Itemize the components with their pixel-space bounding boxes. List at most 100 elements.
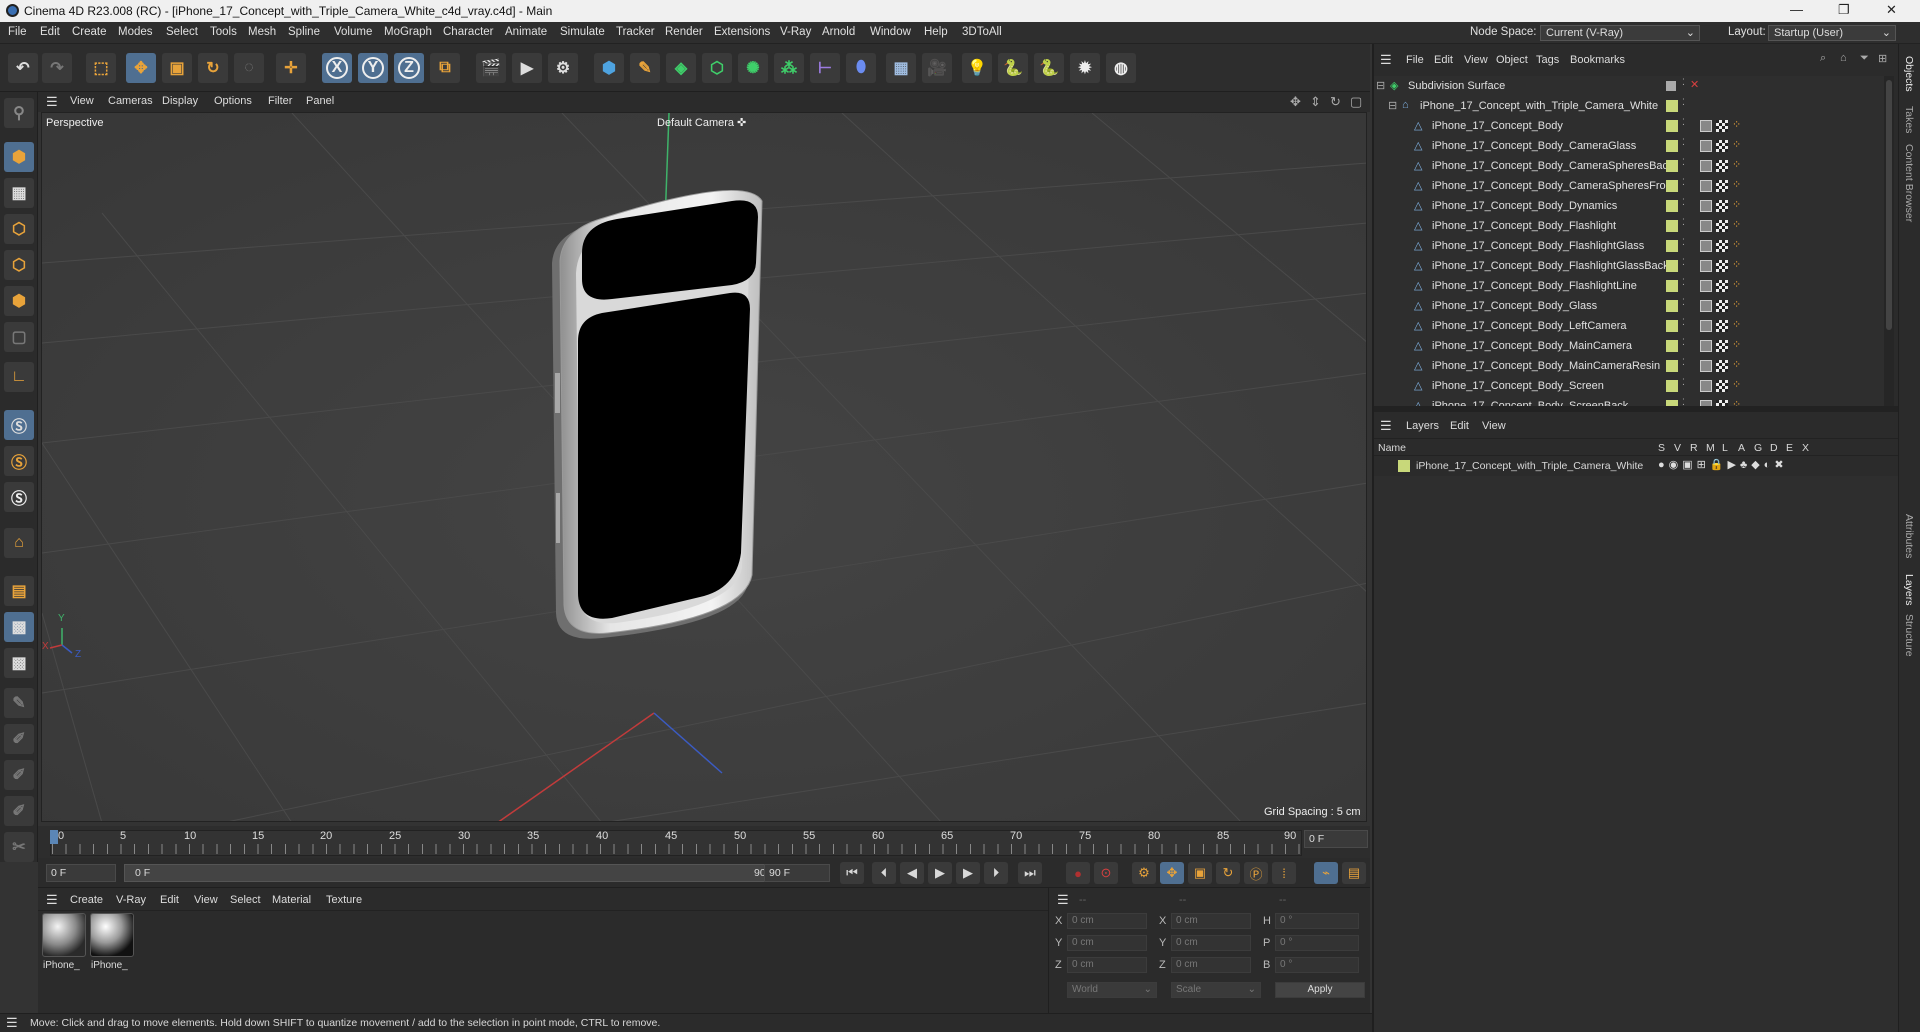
visibility-dots-icon[interactable]: ⁚ [1682,277,1685,288]
layer-color-swatch[interactable] [1666,100,1678,112]
add-object-icon[interactable]: ✛ [276,53,306,83]
globe-icon[interactable]: ◍ [1106,53,1136,83]
tab-structure[interactable]: Structure [1903,614,1915,657]
array-icon[interactable]: ⁂ [774,53,804,83]
hamburger-icon[interactable]: ☰ [6,1015,18,1031]
object-row-group[interactable]: ⊟ ⌂ iPhone_17_Concept_with_Triple_Camera… [1374,96,1880,116]
texture-tag-icon[interactable]: ⁘ [1732,158,1741,171]
snap-settings-icon[interactable]: Ⓢ [4,446,34,476]
y-axis-toggle[interactable]: Y [358,53,388,83]
frame-range-slider[interactable]: 0 F 90 F [124,864,784,882]
menu-window[interactable]: Window [870,26,911,38]
viewport-3d[interactable]: Perspective Default Camera ✜ Grid Spacin… [41,112,1367,822]
hair-icon[interactable]: ✂ [4,832,34,862]
texture-tag-icon[interactable]: ⁘ [1732,398,1741,406]
texture-tag-icon[interactable]: ⁘ [1732,258,1741,271]
home-icon[interactable]: ⌂ [1840,52,1847,64]
texture-tag-icon[interactable]: ⁘ [1732,238,1741,251]
visibility-dots-icon[interactable]: ⁚ [1682,317,1685,328]
brush-icon[interactable]: ✐ [4,760,34,790]
auto-key-icon[interactable]: ⊙ [1094,862,1118,884]
layer-color-swatch[interactable] [1666,140,1678,152]
visibility-dots-icon[interactable]: ⁚ [1682,257,1685,268]
viewport-menu-display[interactable]: Display [162,95,198,107]
layer-color-swatch[interactable] [1666,380,1678,392]
material-tag-icon[interactable] [1716,180,1728,192]
rotate-view-icon[interactable]: ↻ [1330,94,1341,110]
viewport-menu-filter[interactable]: Filter [268,95,292,107]
key-pla-icon[interactable]: ⁞ [1272,862,1296,884]
scale-tool-icon[interactable]: ▣ [162,53,192,83]
hamburger-icon[interactable]: ☰ [46,892,58,908]
object-row[interactable]: △ iPhone_17_Concept_Body ⁚ ⁘ [1374,116,1880,136]
end-frame-field[interactable]: 90 F [764,864,830,882]
material-tag-icon[interactable] [1716,220,1728,232]
layer-flag-icons[interactable]: ●◉▣⊞🔒▶♣◆◐✖ [1658,458,1788,471]
vray-tag-icon[interactable] [1700,220,1712,232]
object-menu-bookmarks[interactable]: Bookmarks [1570,54,1625,66]
vray-tag-icon[interactable] [1700,300,1712,312]
menu-tracker[interactable]: Tracker [616,26,655,38]
sculpt-icon[interactable]: ✐ [4,724,34,754]
vray-tag-icon[interactable] [1700,160,1712,172]
material-menu-create[interactable]: Create [70,894,103,906]
smooth-icon[interactable]: ✐ [4,796,34,826]
visibility-dots-icon[interactable]: ⁚ [1682,357,1685,368]
position-z-field[interactable]: 0 cm [1067,957,1147,973]
material-swatch[interactable] [90,913,134,957]
vray-tag-icon[interactable] [1700,200,1712,212]
material-tag-icon[interactable] [1716,260,1728,272]
vray-tag-icon[interactable] [1700,340,1712,352]
object-row[interactable]: △ iPhone_17_Concept_Body_MainCamera ⁚ ⁘ [1374,336,1880,356]
maximize-button[interactable]: ❐ [1838,2,1850,18]
menu-mesh[interactable]: Mesh [248,26,276,38]
key-scale-icon[interactable]: ▣ [1188,862,1212,884]
visibility-dots-icon[interactable]: ⁚ [1682,197,1685,208]
menu-select[interactable]: Select [166,26,198,38]
deformer-icon[interactable]: ⊢ [810,53,840,83]
menu-3dtoall[interactable]: 3DToAll [962,26,1002,38]
object-row[interactable]: △ iPhone_17_Concept_Body_MainCameraResin ⁚… [1374,356,1880,376]
record-icon[interactable]: ● [1066,862,1090,884]
make-editable-icon[interactable]: ⚲ [4,98,34,128]
redo-button[interactable]: ↷ [42,53,72,83]
visibility-dots-icon[interactable]: ⁚ [1682,217,1685,228]
texture-tag-icon[interactable]: ⁘ [1732,298,1741,311]
menu-edit[interactable]: Edit [40,26,60,38]
object-menu-object[interactable]: Object [1496,54,1528,66]
layer-color-swatch[interactable] [1666,120,1678,132]
layer-menu-view[interactable]: View [1482,420,1506,432]
tab-layers[interactable]: Layers [1903,574,1915,606]
menu-modes[interactable]: Modes [118,26,153,38]
texture-tag-icon[interactable]: ⁘ [1732,118,1741,131]
layer-color-swatch[interactable] [1666,220,1678,232]
menu-extensions[interactable]: Extensions [714,26,770,38]
dolly-view-icon[interactable]: ⇕ [1310,94,1321,110]
move-view-icon[interactable]: ✥ [1290,94,1301,110]
menu-arnold[interactable]: Arnold [822,26,855,38]
vray-tag-icon[interactable] [1700,120,1712,132]
object-row[interactable]: △ iPhone_17_Concept_Body_CameraSpheresBac… [1374,156,1880,176]
menu-help[interactable]: Help [924,26,948,38]
model-mode-icon[interactable]: ⬢ [4,142,34,172]
live-select-icon[interactable]: ⬚ [86,53,116,83]
menu-mograph[interactable]: MoGraph [384,26,432,38]
menu-vray[interactable]: V-Ray [780,26,811,38]
visibility-dots-icon[interactable]: ⁚ [1682,237,1685,248]
z-axis-toggle[interactable]: Z [394,53,424,83]
material-tag-icon[interactable] [1716,380,1728,392]
node-space-select[interactable]: Current (V-Ray) ⌄ [1540,25,1700,41]
texture-tag-icon[interactable]: ⁘ [1732,198,1741,211]
object-menu-tags[interactable]: Tags [1536,54,1559,66]
object-menu-file[interactable]: File [1406,54,1424,66]
texture-tag-icon[interactable]: ⁘ [1732,138,1741,151]
snap-icon[interactable]: Ⓢ [4,410,34,440]
layer-color-swatch[interactable] [1666,180,1678,192]
workplane-icon[interactable]: ▤ [4,576,34,606]
texture-tag-icon[interactable]: ⁘ [1732,178,1741,191]
material-menu-material[interactable]: Material [272,894,311,906]
cube-icon[interactable]: ⬢ [594,53,624,83]
hamburger-icon[interactable]: ☰ [1380,52,1392,68]
viewport-menu-options[interactable]: Options [214,95,252,107]
vray-tag-icon[interactable] [1700,320,1712,332]
